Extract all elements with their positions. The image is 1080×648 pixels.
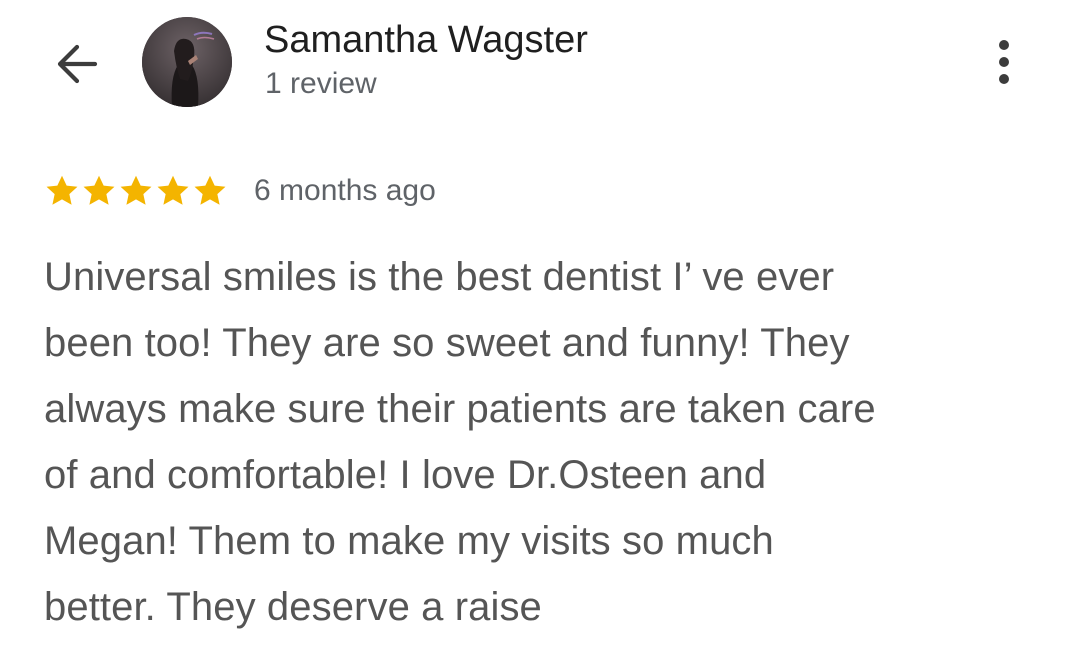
more-vert-icon-dot xyxy=(999,57,1009,67)
review-count: 1 review xyxy=(265,67,377,100)
arrow-back-icon xyxy=(57,44,98,84)
review-text-line: of and comfortable! I love Dr.Osteen and xyxy=(44,453,767,497)
review-text-line: better. They deserve a raise xyxy=(44,585,542,629)
review-text-line: Megan! Them to make my visits so much xyxy=(44,519,774,563)
review-text: Universal smiles is the best dentist I’ … xyxy=(44,244,1034,640)
avatar[interactable] xyxy=(142,17,232,107)
back-button[interactable] xyxy=(48,38,106,90)
star-icon xyxy=(83,175,115,205)
more-vert-icon-dot xyxy=(999,74,1009,84)
review-text-line: always make sure their patients are take… xyxy=(44,387,876,431)
star-icon xyxy=(46,175,78,205)
star-rating xyxy=(44,172,229,210)
review-date: 6 months ago xyxy=(254,174,436,207)
review-text-line: been too! They are so sweet and funny! T… xyxy=(44,321,850,365)
avatar-photo xyxy=(142,17,232,107)
star-icon xyxy=(194,175,226,205)
more-vert-icon xyxy=(999,40,1009,50)
more-options-button[interactable] xyxy=(982,36,1026,88)
star-icon xyxy=(157,175,189,205)
review-text-line: Universal smiles is the best dentist I’ … xyxy=(44,255,835,299)
star-icon xyxy=(120,175,152,205)
reviewer-name[interactable]: Samantha Wagster xyxy=(264,18,588,62)
